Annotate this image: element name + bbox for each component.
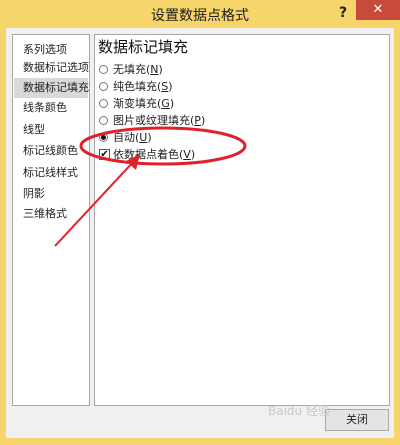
option-label: 自动 [113, 131, 135, 144]
option-label: 渐变填充 [113, 97, 157, 110]
close-window-button[interactable]: ✕ [356, 0, 400, 20]
checkbox-label: 依数据点着色 [113, 148, 179, 161]
hotkey: N [150, 63, 159, 76]
format-data-point-dialog: 设置数据点格式 ? ✕ 系列选项 数据标记选项 数据标记填充 线条颜色 线型 标… [0, 0, 400, 445]
close-button[interactable]: 关闭 [325, 409, 389, 431]
radio-automatic[interactable] [99, 133, 108, 142]
sidebar-item-marker-options[interactable]: 数据标记选项 [14, 58, 89, 78]
option-label: 无填充 [113, 63, 146, 76]
dialog-body: 系列选项 数据标记选项 数据标记填充 线条颜色 线型 标记线颜色 标记线样式 阴… [6, 28, 394, 438]
option-label: 图片或纹理填充 [113, 114, 190, 127]
radio-gradient-fill[interactable] [99, 99, 108, 108]
hotkey: V [183, 148, 191, 161]
radio-solid-fill[interactable] [99, 82, 108, 91]
panel-title: 数据标记填充 [98, 38, 189, 56]
title-bar[interactable]: 设置数据点格式 ? ✕ [0, 0, 400, 28]
settings-panel: 数据标记填充 无填充(N) 纯色填充(S) 渐变填充(G) 图片或纹理填充(P)… [94, 34, 390, 406]
sidebar-item-marker-line-color[interactable]: 标记线颜色 [14, 141, 88, 161]
sidebar-item-line-style[interactable]: 线型 [14, 120, 88, 140]
sidebar-item-marker-fill[interactable]: 数据标记填充 [14, 78, 89, 98]
category-list: 系列选项 数据标记选项 数据标记填充 线条颜色 线型 标记线颜色 标记线样式 阴… [12, 34, 90, 406]
vary-colors-checkbox[interactable]: ✔ [99, 149, 110, 160]
watermark: Baidu 经验 [268, 404, 330, 418]
hotkey: P [194, 114, 201, 127]
hotkey: U [139, 131, 148, 144]
option-label: 纯色填充 [113, 80, 157, 93]
sidebar-item-line-color[interactable]: 线条颜色 [14, 98, 88, 118]
hotkey: S [161, 80, 169, 93]
hotkey: G [161, 97, 170, 110]
radio-picture-fill[interactable] [99, 116, 108, 125]
sidebar-item-marker-line-style[interactable]: 标记线样式 [14, 163, 88, 183]
sidebar-item-3d-format[interactable]: 三维格式 [14, 204, 88, 224]
help-button[interactable]: ? [334, 3, 352, 23]
sidebar-item-series-options[interactable]: 系列选项 [14, 40, 88, 60]
radio-no-fill[interactable] [99, 65, 108, 74]
close-icon: ✕ [372, 2, 384, 17]
sidebar-item-shadow[interactable]: 阴影 [14, 184, 88, 204]
